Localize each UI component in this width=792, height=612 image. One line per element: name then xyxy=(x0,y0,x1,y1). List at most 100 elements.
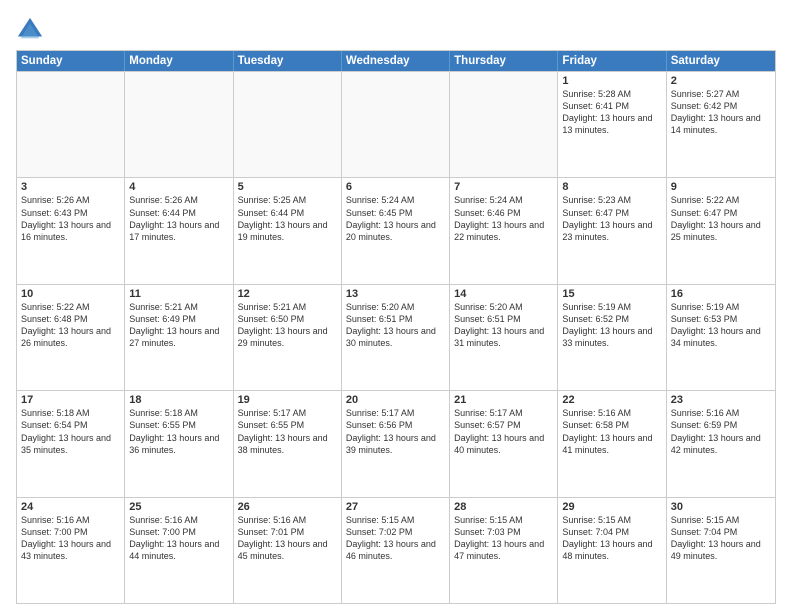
day-cell-14: 14Sunrise: 5:20 AM Sunset: 6:51 PM Dayli… xyxy=(450,285,558,390)
header-cell-thursday: Thursday xyxy=(450,51,558,71)
day-cell-17: 17Sunrise: 5:18 AM Sunset: 6:54 PM Dayli… xyxy=(17,391,125,496)
day-info: Sunrise: 5:16 AM Sunset: 7:00 PM Dayligh… xyxy=(21,514,120,563)
day-cell-11: 11Sunrise: 5:21 AM Sunset: 6:49 PM Dayli… xyxy=(125,285,233,390)
day-cell-27: 27Sunrise: 5:15 AM Sunset: 7:02 PM Dayli… xyxy=(342,498,450,603)
empty-cell xyxy=(17,72,125,177)
day-info: Sunrise: 5:24 AM Sunset: 6:45 PM Dayligh… xyxy=(346,194,445,243)
day-cell-18: 18Sunrise: 5:18 AM Sunset: 6:55 PM Dayli… xyxy=(125,391,233,496)
header-cell-wednesday: Wednesday xyxy=(342,51,450,71)
day-cell-5: 5Sunrise: 5:25 AM Sunset: 6:44 PM Daylig… xyxy=(234,178,342,283)
day-cell-8: 8Sunrise: 5:23 AM Sunset: 6:47 PM Daylig… xyxy=(558,178,666,283)
day-info: Sunrise: 5:22 AM Sunset: 6:47 PM Dayligh… xyxy=(671,194,771,243)
day-number: 19 xyxy=(238,394,337,406)
calendar-body: 1Sunrise: 5:28 AM Sunset: 6:41 PM Daylig… xyxy=(17,71,775,603)
day-number: 1 xyxy=(562,75,661,87)
day-number: 14 xyxy=(454,288,553,300)
day-info: Sunrise: 5:20 AM Sunset: 6:51 PM Dayligh… xyxy=(454,301,553,350)
day-info: Sunrise: 5:27 AM Sunset: 6:42 PM Dayligh… xyxy=(671,88,771,137)
day-info: Sunrise: 5:16 AM Sunset: 7:00 PM Dayligh… xyxy=(129,514,228,563)
week-row-2: 3Sunrise: 5:26 AM Sunset: 6:43 PM Daylig… xyxy=(17,177,775,283)
day-cell-1: 1Sunrise: 5:28 AM Sunset: 6:41 PM Daylig… xyxy=(558,72,666,177)
day-cell-12: 12Sunrise: 5:21 AM Sunset: 6:50 PM Dayli… xyxy=(234,285,342,390)
calendar: SundayMondayTuesdayWednesdayThursdayFrid… xyxy=(16,50,776,604)
day-number: 12 xyxy=(238,288,337,300)
calendar-header: SundayMondayTuesdayWednesdayThursdayFrid… xyxy=(17,51,775,71)
day-number: 4 xyxy=(129,181,228,193)
empty-cell xyxy=(234,72,342,177)
day-number: 11 xyxy=(129,288,228,300)
day-cell-3: 3Sunrise: 5:26 AM Sunset: 6:43 PM Daylig… xyxy=(17,178,125,283)
logo-icon xyxy=(16,16,44,44)
day-info: Sunrise: 5:15 AM Sunset: 7:04 PM Dayligh… xyxy=(671,514,771,563)
day-number: 18 xyxy=(129,394,228,406)
header-cell-sunday: Sunday xyxy=(17,51,125,71)
day-number: 26 xyxy=(238,501,337,513)
day-info: Sunrise: 5:15 AM Sunset: 7:03 PM Dayligh… xyxy=(454,514,553,563)
day-cell-15: 15Sunrise: 5:19 AM Sunset: 6:52 PM Dayli… xyxy=(558,285,666,390)
day-info: Sunrise: 5:26 AM Sunset: 6:44 PM Dayligh… xyxy=(129,194,228,243)
day-number: 30 xyxy=(671,501,771,513)
day-number: 3 xyxy=(21,181,120,193)
day-number: 25 xyxy=(129,501,228,513)
day-cell-24: 24Sunrise: 5:16 AM Sunset: 7:00 PM Dayli… xyxy=(17,498,125,603)
day-cell-29: 29Sunrise: 5:15 AM Sunset: 7:04 PM Dayli… xyxy=(558,498,666,603)
day-info: Sunrise: 5:16 AM Sunset: 6:59 PM Dayligh… xyxy=(671,407,771,456)
day-cell-19: 19Sunrise: 5:17 AM Sunset: 6:55 PM Dayli… xyxy=(234,391,342,496)
logo xyxy=(16,16,48,44)
day-cell-2: 2Sunrise: 5:27 AM Sunset: 6:42 PM Daylig… xyxy=(667,72,775,177)
day-cell-13: 13Sunrise: 5:20 AM Sunset: 6:51 PM Dayli… xyxy=(342,285,450,390)
day-cell-20: 20Sunrise: 5:17 AM Sunset: 6:56 PM Dayli… xyxy=(342,391,450,496)
day-number: 15 xyxy=(562,288,661,300)
empty-cell xyxy=(450,72,558,177)
day-info: Sunrise: 5:28 AM Sunset: 6:41 PM Dayligh… xyxy=(562,88,661,137)
day-info: Sunrise: 5:16 AM Sunset: 7:01 PM Dayligh… xyxy=(238,514,337,563)
day-number: 24 xyxy=(21,501,120,513)
day-number: 9 xyxy=(671,181,771,193)
day-info: Sunrise: 5:26 AM Sunset: 6:43 PM Dayligh… xyxy=(21,194,120,243)
header-cell-tuesday: Tuesday xyxy=(234,51,342,71)
day-cell-26: 26Sunrise: 5:16 AM Sunset: 7:01 PM Dayli… xyxy=(234,498,342,603)
day-info: Sunrise: 5:17 AM Sunset: 6:55 PM Dayligh… xyxy=(238,407,337,456)
day-cell-21: 21Sunrise: 5:17 AM Sunset: 6:57 PM Dayli… xyxy=(450,391,558,496)
empty-cell xyxy=(342,72,450,177)
day-number: 5 xyxy=(238,181,337,193)
header-cell-saturday: Saturday xyxy=(667,51,775,71)
day-number: 16 xyxy=(671,288,771,300)
day-cell-6: 6Sunrise: 5:24 AM Sunset: 6:45 PM Daylig… xyxy=(342,178,450,283)
day-cell-4: 4Sunrise: 5:26 AM Sunset: 6:44 PM Daylig… xyxy=(125,178,233,283)
day-info: Sunrise: 5:21 AM Sunset: 6:50 PM Dayligh… xyxy=(238,301,337,350)
day-info: Sunrise: 5:19 AM Sunset: 6:53 PM Dayligh… xyxy=(671,301,771,350)
day-number: 17 xyxy=(21,394,120,406)
day-cell-25: 25Sunrise: 5:16 AM Sunset: 7:00 PM Dayli… xyxy=(125,498,233,603)
day-info: Sunrise: 5:15 AM Sunset: 7:02 PM Dayligh… xyxy=(346,514,445,563)
day-number: 8 xyxy=(562,181,661,193)
day-number: 13 xyxy=(346,288,445,300)
day-number: 21 xyxy=(454,394,553,406)
empty-cell xyxy=(125,72,233,177)
day-number: 2 xyxy=(671,75,771,87)
week-row-5: 24Sunrise: 5:16 AM Sunset: 7:00 PM Dayli… xyxy=(17,497,775,603)
day-info: Sunrise: 5:17 AM Sunset: 6:56 PM Dayligh… xyxy=(346,407,445,456)
day-info: Sunrise: 5:20 AM Sunset: 6:51 PM Dayligh… xyxy=(346,301,445,350)
day-info: Sunrise: 5:18 AM Sunset: 6:54 PM Dayligh… xyxy=(21,407,120,456)
day-cell-7: 7Sunrise: 5:24 AM Sunset: 6:46 PM Daylig… xyxy=(450,178,558,283)
day-info: Sunrise: 5:16 AM Sunset: 6:58 PM Dayligh… xyxy=(562,407,661,456)
day-cell-23: 23Sunrise: 5:16 AM Sunset: 6:59 PM Dayli… xyxy=(667,391,775,496)
day-number: 10 xyxy=(21,288,120,300)
day-number: 23 xyxy=(671,394,771,406)
day-number: 20 xyxy=(346,394,445,406)
day-number: 27 xyxy=(346,501,445,513)
day-info: Sunrise: 5:23 AM Sunset: 6:47 PM Dayligh… xyxy=(562,194,661,243)
day-info: Sunrise: 5:22 AM Sunset: 6:48 PM Dayligh… xyxy=(21,301,120,350)
day-info: Sunrise: 5:15 AM Sunset: 7:04 PM Dayligh… xyxy=(562,514,661,563)
day-number: 22 xyxy=(562,394,661,406)
week-row-3: 10Sunrise: 5:22 AM Sunset: 6:48 PM Dayli… xyxy=(17,284,775,390)
header xyxy=(16,12,776,44)
day-cell-9: 9Sunrise: 5:22 AM Sunset: 6:47 PM Daylig… xyxy=(667,178,775,283)
day-cell-28: 28Sunrise: 5:15 AM Sunset: 7:03 PM Dayli… xyxy=(450,498,558,603)
day-info: Sunrise: 5:21 AM Sunset: 6:49 PM Dayligh… xyxy=(129,301,228,350)
day-cell-22: 22Sunrise: 5:16 AM Sunset: 6:58 PM Dayli… xyxy=(558,391,666,496)
day-number: 6 xyxy=(346,181,445,193)
day-cell-16: 16Sunrise: 5:19 AM Sunset: 6:53 PM Dayli… xyxy=(667,285,775,390)
day-info: Sunrise: 5:18 AM Sunset: 6:55 PM Dayligh… xyxy=(129,407,228,456)
